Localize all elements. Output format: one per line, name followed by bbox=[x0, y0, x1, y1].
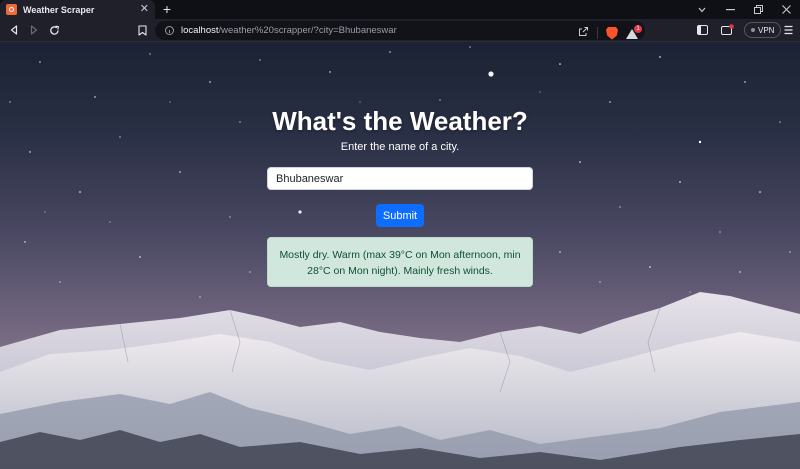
page-title: What's the Weather? bbox=[272, 106, 528, 136]
divider bbox=[597, 27, 598, 39]
window-controls bbox=[688, 0, 800, 19]
tab-strip: Weather Scraper ✕ + bbox=[0, 0, 800, 19]
rewards-badge: 1 bbox=[634, 25, 642, 33]
tab-search-icon[interactable] bbox=[688, 0, 716, 19]
vpn-status-icon bbox=[751, 28, 755, 32]
bookmark-icon[interactable] bbox=[135, 23, 149, 37]
vpn-button[interactable]: VPN bbox=[744, 22, 782, 38]
wallet-icon[interactable] bbox=[720, 23, 734, 37]
reload-icon[interactable] bbox=[47, 23, 61, 37]
brave-rewards-icon[interactable]: 1 bbox=[626, 25, 642, 39]
tab-close-icon[interactable]: ✕ bbox=[140, 4, 149, 15]
tab-weather-scraper[interactable]: Weather Scraper ✕ bbox=[0, 0, 155, 19]
weather-result-alert: Mostly dry. Warm (max 39°C on Mon aftern… bbox=[267, 237, 533, 287]
site-info-icon[interactable] bbox=[165, 26, 174, 35]
brave-shields-icon[interactable] bbox=[606, 26, 618, 40]
address-bar-actions: 1 bbox=[578, 24, 642, 42]
forward-icon[interactable] bbox=[27, 23, 41, 37]
url-host: localhost bbox=[181, 25, 219, 36]
page-subtitle: Enter the name of a city. bbox=[340, 141, 460, 153]
page-viewport: What's the Weather? Enter the name of a … bbox=[0, 42, 800, 469]
close-window-icon[interactable] bbox=[772, 0, 800, 19]
vpn-label: VPN bbox=[758, 25, 775, 35]
submit-button[interactable]: Submit bbox=[376, 204, 424, 227]
city-input[interactable] bbox=[267, 167, 533, 190]
browser-toolbar: localhost/weather%20scrapper/?city=Bhuba… bbox=[0, 19, 800, 42]
minimize-icon[interactable] bbox=[716, 0, 744, 19]
site-favicon-icon bbox=[6, 4, 17, 15]
share-icon[interactable] bbox=[578, 24, 589, 42]
menu-icon[interactable] bbox=[781, 23, 795, 37]
new-tab-button[interactable]: + bbox=[158, 0, 176, 19]
sidebar-icon[interactable] bbox=[695, 23, 709, 37]
restore-icon[interactable] bbox=[744, 0, 772, 19]
url-path: /weather%20scrapper/?city=Bhubaneswar bbox=[218, 25, 397, 36]
back-icon[interactable] bbox=[7, 23, 21, 37]
url-text[interactable]: localhost/weather%20scrapper/?city=Bhuba… bbox=[181, 25, 397, 36]
tab-title: Weather Scraper bbox=[23, 4, 95, 15]
address-bar[interactable]: localhost/weather%20scrapper/?city=Bhuba… bbox=[155, 21, 645, 40]
